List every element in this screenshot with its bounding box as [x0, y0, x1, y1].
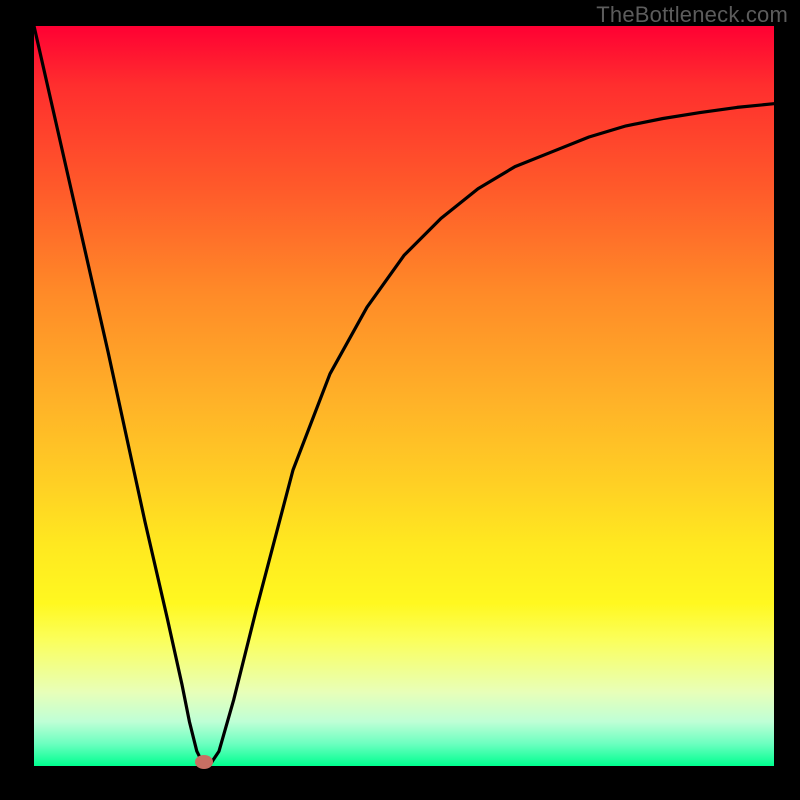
watermark-text: TheBottleneck.com	[596, 2, 788, 28]
bottleneck-curve	[34, 26, 774, 766]
chart-frame: TheBottleneck.com	[0, 0, 800, 800]
plot-area	[34, 26, 774, 766]
optimal-point-marker	[195, 755, 213, 769]
curve-path	[34, 26, 774, 766]
